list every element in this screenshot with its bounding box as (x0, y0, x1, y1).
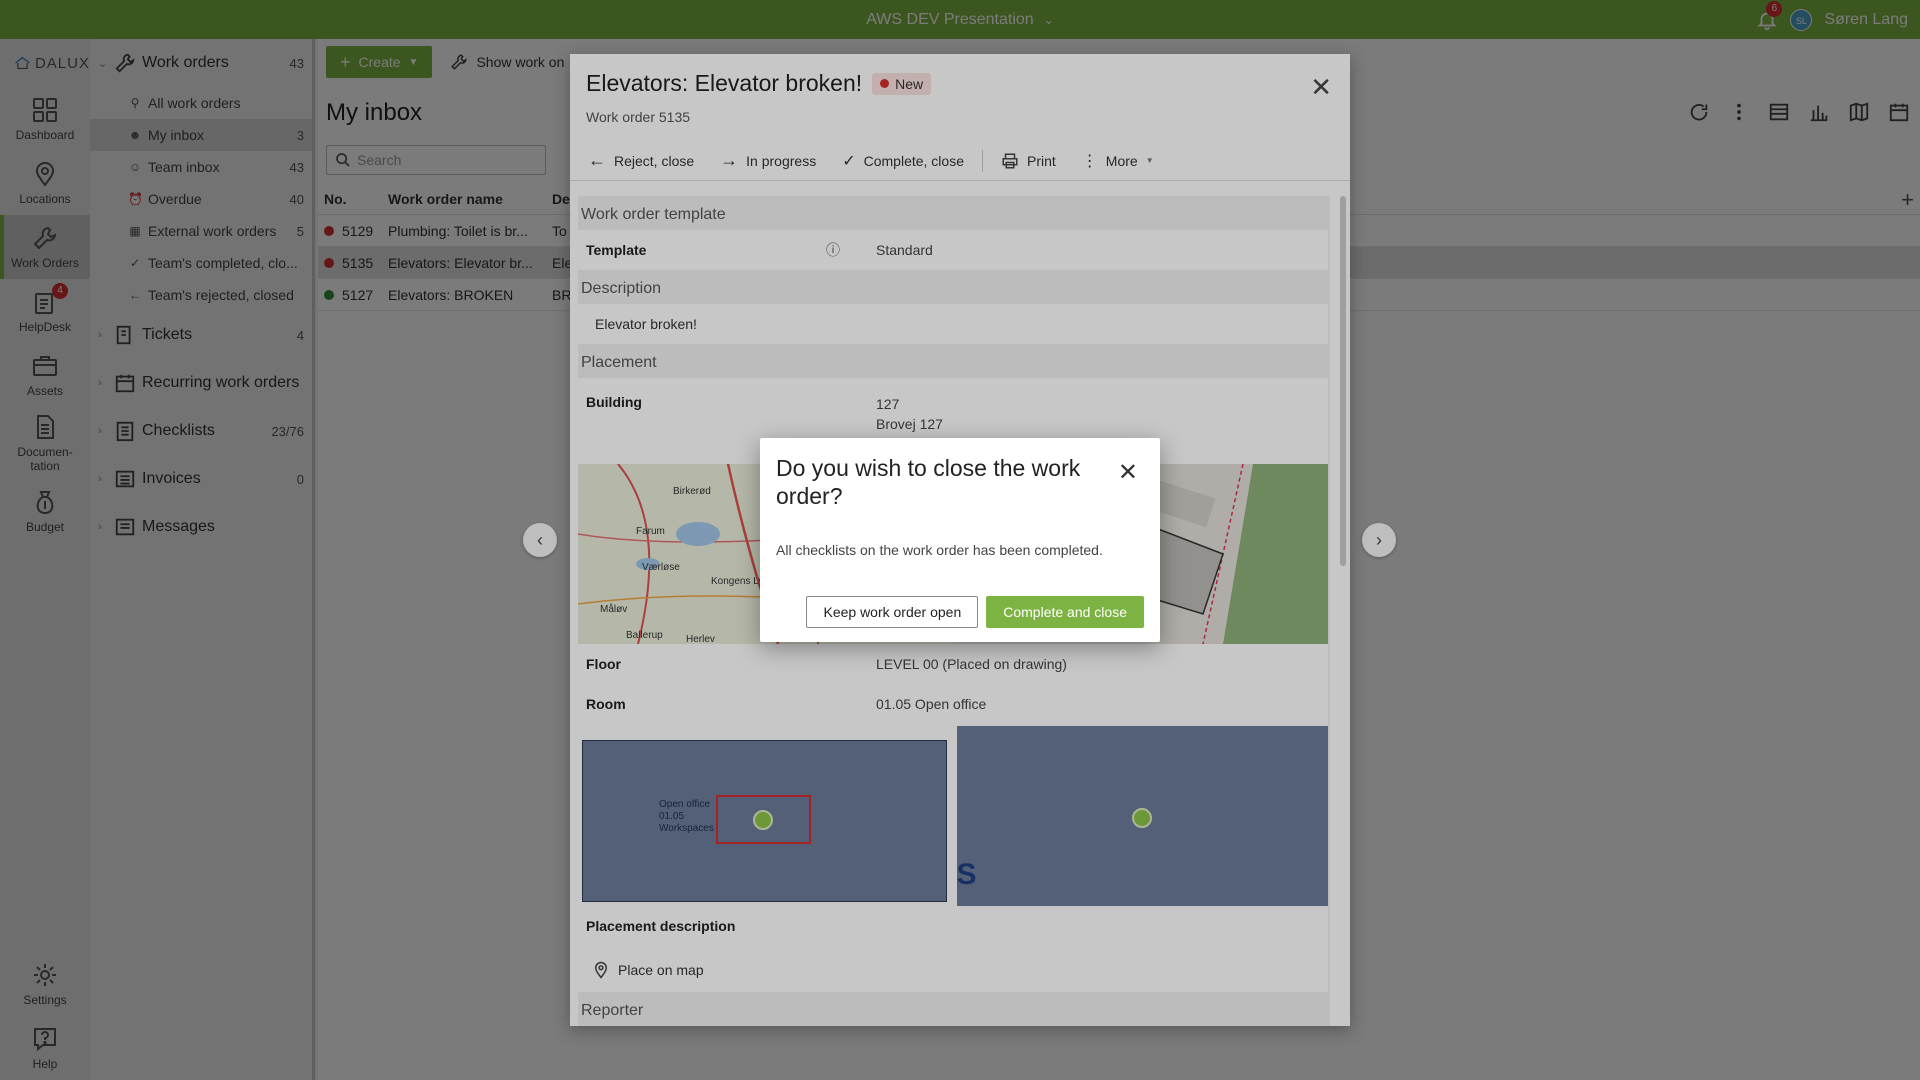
keep-open-button[interactable]: Keep work order open (806, 596, 979, 628)
close-work-order-dialog: Do you wish to close the work order? ✕ A… (760, 438, 1160, 642)
dialog-message: All checklists on the work order has bee… (776, 542, 1103, 558)
close-icon[interactable]: ✕ (1118, 458, 1138, 487)
dialog-title: Do you wish to close the work order? (776, 455, 1081, 509)
complete-and-close-button[interactable]: Complete and close (986, 596, 1144, 628)
